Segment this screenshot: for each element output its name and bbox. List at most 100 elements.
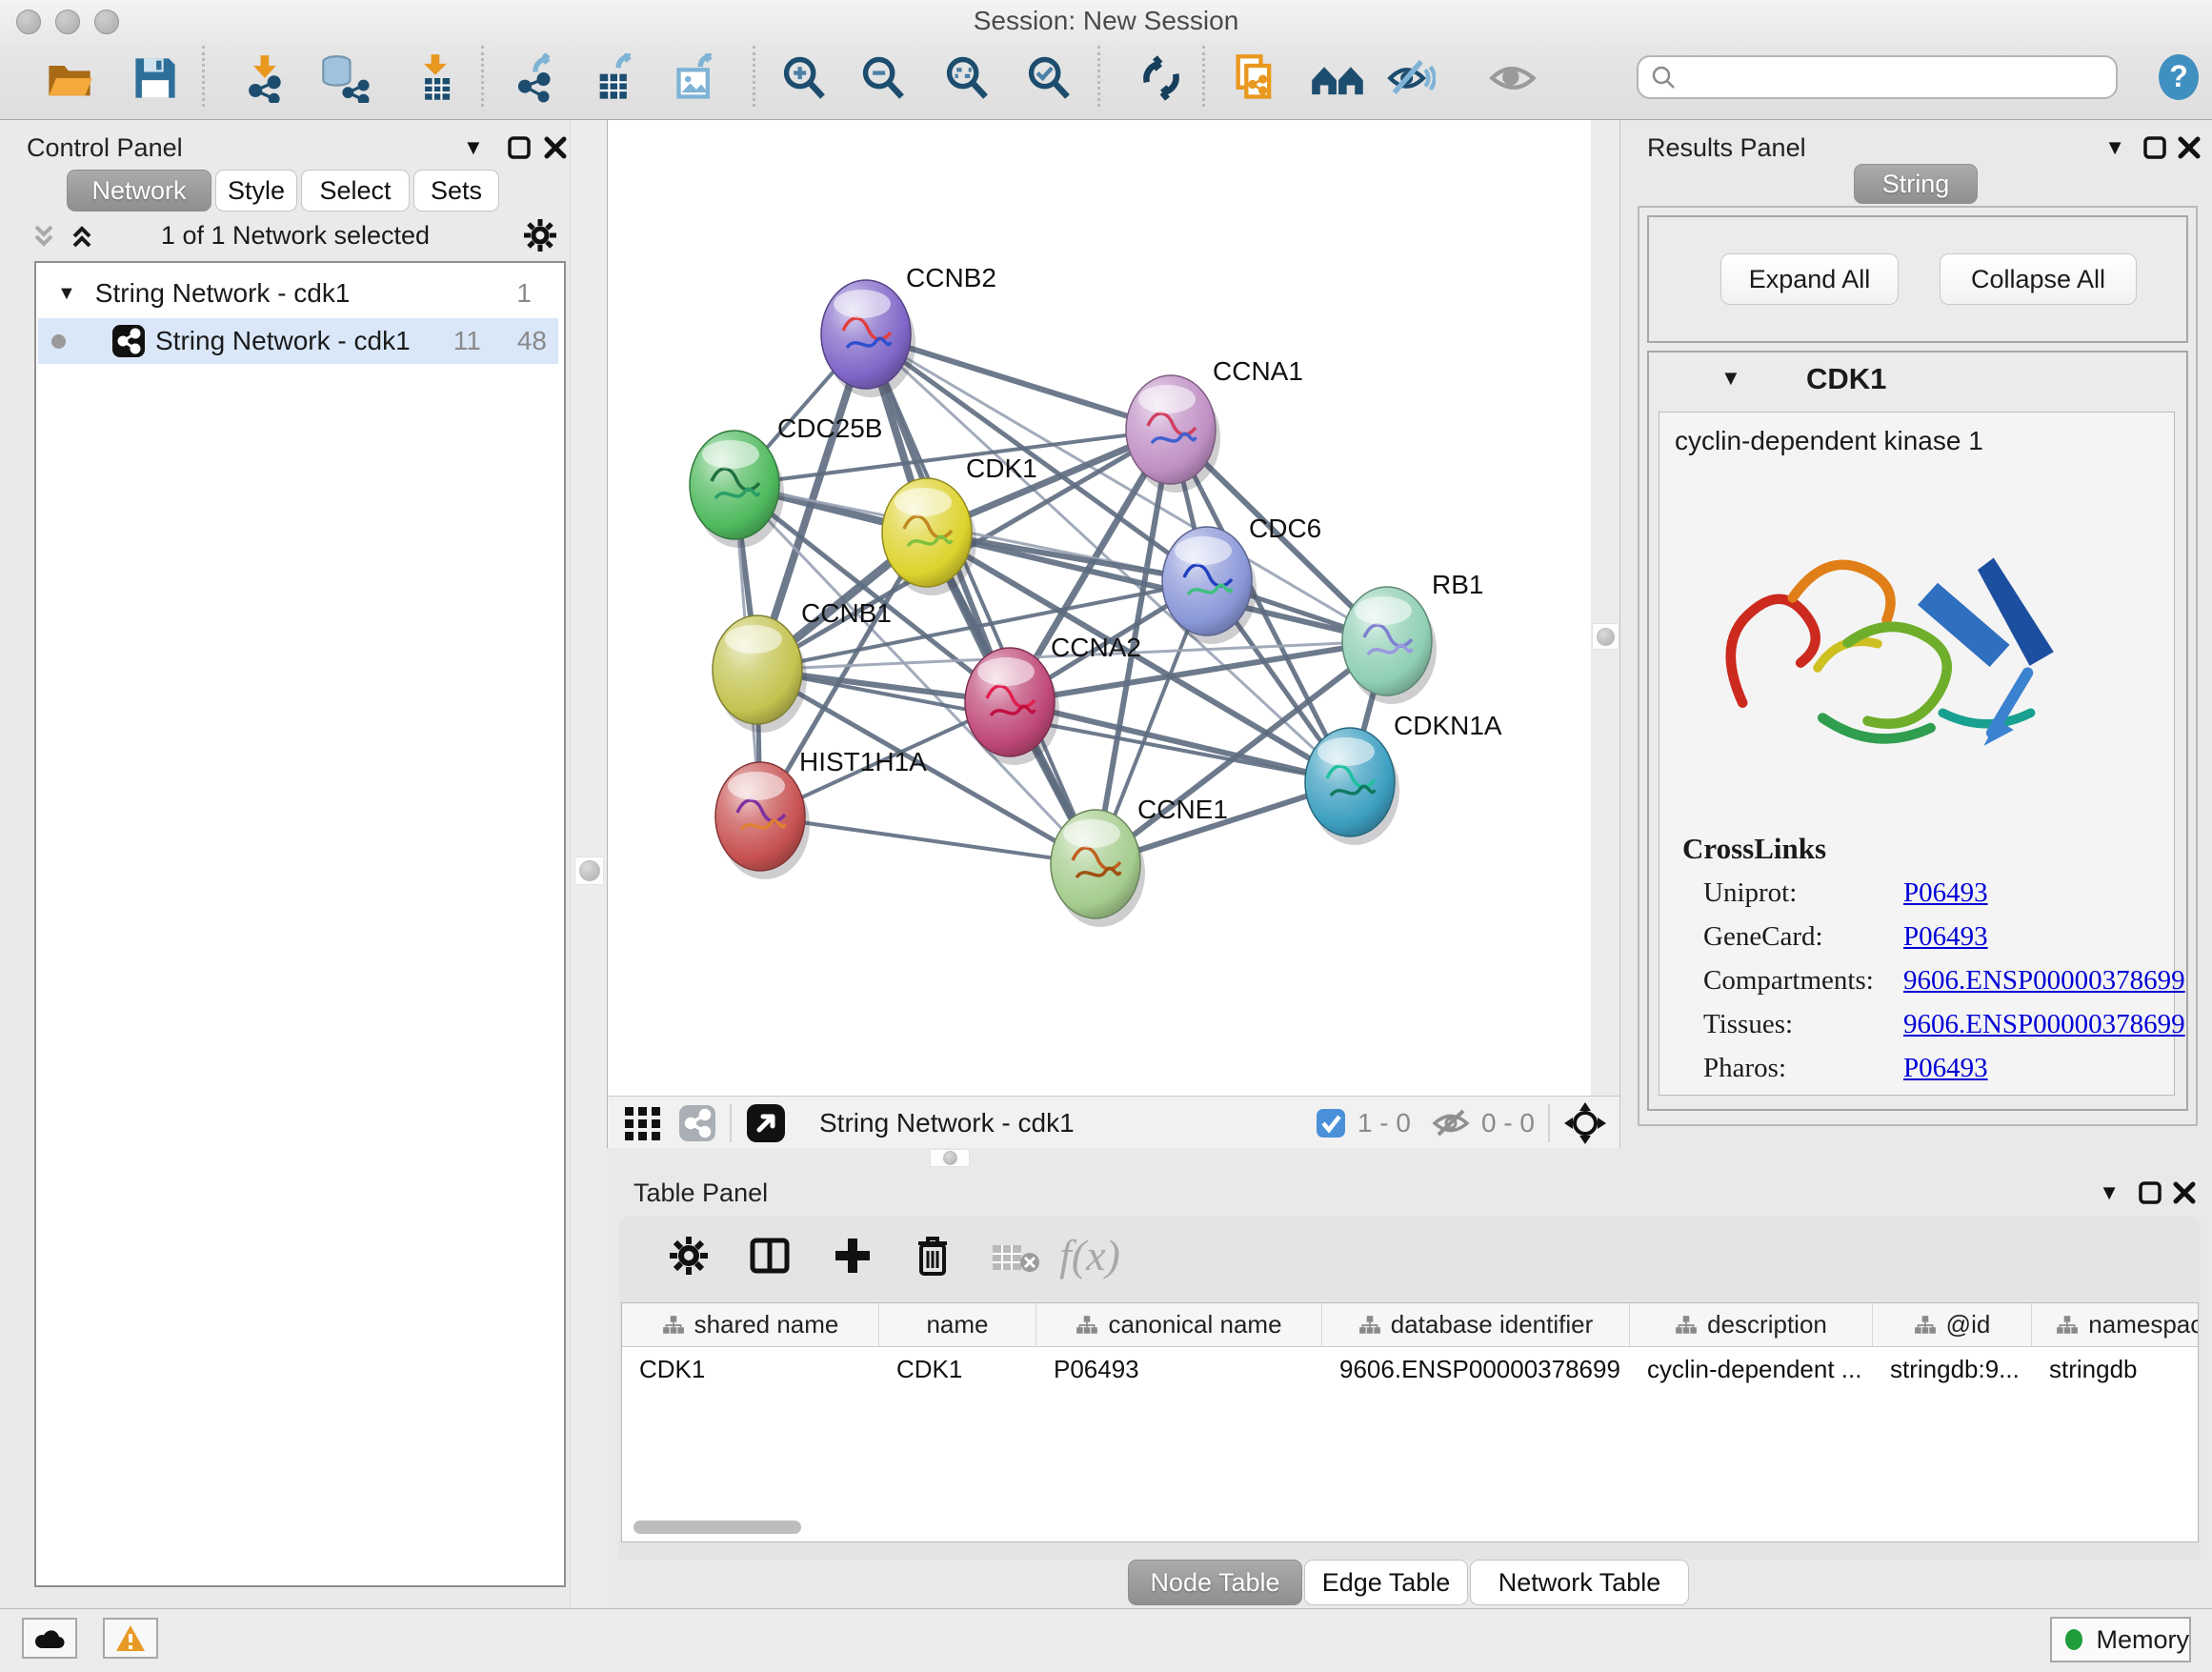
network-row[interactable]: String Network - cdk1 11 48: [38, 318, 558, 364]
create-column-icon[interactable]: [831, 1234, 875, 1278]
show-all-eye-icon[interactable]: [1488, 53, 1538, 103]
zoom-in-icon[interactable]: [779, 53, 829, 103]
import-table-icon[interactable]: [412, 53, 461, 103]
close-panel-icon[interactable]: [2177, 135, 2202, 160]
delete-column-icon[interactable]: [911, 1232, 955, 1279]
table-cell[interactable]: CDK1: [879, 1348, 1036, 1390]
close-panel-icon[interactable]: [2172, 1180, 2197, 1205]
export-table-icon[interactable]: [592, 53, 641, 103]
crosslink-link[interactable]: P06493: [1903, 1053, 1988, 1084]
export-image-icon[interactable]: [673, 53, 722, 103]
entry-expand-icon[interactable]: ▼: [1720, 366, 1741, 391]
column-header-canonical-name[interactable]: canonical name: [1036, 1303, 1322, 1347]
save-session-icon[interactable]: [131, 53, 180, 103]
column-header-database-identifier[interactable]: database identifier: [1322, 1303, 1630, 1347]
node-CDK1[interactable]: [882, 478, 976, 595]
splitter-handle[interactable]: [579, 860, 600, 881]
node-CCNA2[interactable]: [965, 648, 1059, 765]
tab-string[interactable]: String: [1854, 164, 1978, 204]
crosslink-link[interactable]: 9606.ENSP00000378699: [1903, 965, 2185, 997]
table-cell[interactable]: cyclin-dependent ...: [1630, 1348, 1873, 1390]
network-graph[interactable]: CCNB2CCNA1CDC25BCDK1CDC6RB1CCNB1CCNA2CDK…: [608, 120, 1592, 1096]
hidden-eye-slash-icon[interactable]: [1432, 1107, 1470, 1139]
double-home-icon[interactable]: [1309, 53, 1366, 103]
node-CCNB2[interactable]: [821, 280, 915, 397]
results-splitter[interactable]: [1591, 120, 1619, 1096]
column-header-description[interactable]: description: [1630, 1303, 1873, 1347]
table-cell[interactable]: stringdb: [2032, 1348, 2199, 1390]
collapse-all-icon[interactable]: [29, 221, 59, 252]
table-cell[interactable]: CDK1: [622, 1348, 879, 1390]
zoom-out-icon[interactable]: [858, 53, 908, 103]
node-CDC25B[interactable]: [690, 431, 784, 548]
table-options-gear-icon[interactable]: [667, 1234, 711, 1278]
table-cell[interactable]: stringdb:9...: [1873, 1348, 2032, 1390]
tab-sets[interactable]: Sets: [413, 170, 499, 212]
node-table[interactable]: shared namenamecanonical namedatabase id…: [621, 1302, 2199, 1542]
splitter-handle[interactable]: [1597, 628, 1615, 646]
open-in-window-icon[interactable]: [745, 1102, 787, 1144]
edge-CDK1-RB1[interactable]: [927, 533, 1387, 641]
hide-selected-eye-icon[interactable]: [1386, 53, 1436, 103]
clone-network-icon[interactable]: [1230, 53, 1279, 103]
node-CCNE1[interactable]: [1051, 810, 1145, 927]
node-HIST1H1A[interactable]: [715, 762, 810, 879]
crosslink-link[interactable]: 9606.ENSP00000378699: [1903, 1009, 2185, 1040]
splitter-handle[interactable]: [943, 1151, 957, 1165]
float-panel-icon[interactable]: [507, 135, 532, 160]
horizontal-scrollbar[interactable]: [633, 1521, 801, 1534]
table-cell[interactable]: 9606.ENSP00000378699: [1322, 1348, 1630, 1390]
network-collection-row[interactable]: ▼ String Network - cdk1 1: [38, 271, 558, 316]
selected-checkbox-icon[interactable]: [1316, 1108, 1346, 1138]
zoom-fit-icon[interactable]: [942, 53, 992, 103]
export-network-icon[interactable]: [513, 53, 562, 103]
help-button[interactable]: ?: [2155, 53, 2202, 101]
tab-select[interactable]: Select: [301, 170, 410, 212]
vertical-splitter[interactable]: [570, 120, 609, 1608]
expand-all-button[interactable]: Expand All: [1720, 253, 1899, 305]
import-network-file-icon[interactable]: [241, 53, 291, 103]
column-header-name[interactable]: name: [879, 1303, 1036, 1347]
column-header-shared-name[interactable]: shared name: [622, 1303, 879, 1347]
column-header--id[interactable]: @id: [1873, 1303, 2032, 1347]
node-CDC6[interactable]: [1162, 527, 1257, 644]
network-canvas[interactable]: CCNB2CCNA1CDC25BCDK1CDC6RB1CCNB1CCNA2CDK…: [607, 120, 1592, 1096]
warning-status-button[interactable]: [103, 1618, 158, 1659]
import-network-database-icon[interactable]: [315, 53, 372, 103]
tab-network-table[interactable]: Network Table: [1470, 1560, 1689, 1605]
crosshair-icon[interactable]: [1563, 1101, 1607, 1145]
zoom-selected-icon[interactable]: [1024, 53, 1074, 103]
node-CDKN1A[interactable]: [1305, 728, 1399, 845]
view-share-icon[interactable]: [678, 1104, 716, 1142]
table-cell[interactable]: P06493: [1036, 1348, 1322, 1390]
crosslink-link[interactable]: P06493: [1903, 877, 1988, 909]
tab-edge-table[interactable]: Edge Table: [1304, 1560, 1468, 1605]
node-CCNB1[interactable]: [713, 615, 807, 733]
horizontal-splitter[interactable]: [607, 1148, 2212, 1167]
expand-all-icon[interactable]: [67, 221, 97, 252]
edge-HIST1H1A-CCNE1[interactable]: [760, 816, 1096, 864]
panel-menu-icon[interactable]: ▼: [2099, 1180, 2120, 1205]
network-options-gear-icon[interactable]: [522, 217, 558, 253]
apply-layout-icon[interactable]: [1136, 53, 1186, 103]
float-panel-icon[interactable]: [2138, 1180, 2162, 1205]
collapse-all-button[interactable]: Collapse All: [1940, 253, 2137, 305]
panel-menu-icon[interactable]: ▼: [463, 135, 484, 160]
show-columns-icon[interactable]: [748, 1234, 792, 1278]
search-input[interactable]: [1637, 55, 2118, 99]
close-panel-icon[interactable]: [543, 135, 568, 160]
collection-expand-icon[interactable]: ▼: [57, 283, 76, 305]
crosslink-link[interactable]: P06493: [1903, 921, 1988, 953]
tab-node-table[interactable]: Node Table: [1128, 1560, 1302, 1605]
tab-network[interactable]: Network: [67, 170, 211, 212]
tab-style[interactable]: Style: [215, 170, 297, 212]
cloud-status-button[interactable]: [22, 1618, 77, 1659]
view-grid-icon[interactable]: [623, 1103, 663, 1143]
open-session-icon[interactable]: [42, 53, 97, 103]
float-panel-icon[interactable]: [2142, 135, 2167, 160]
memory-button[interactable]: Memory: [2050, 1617, 2191, 1662]
panel-menu-icon[interactable]: ▼: [2104, 135, 2125, 160]
edge-CCNB2-CCNE1[interactable]: [866, 334, 1096, 864]
node-RB1[interactable]: [1342, 587, 1437, 704]
column-header-namespace[interactable]: namespace: [2032, 1303, 2199, 1347]
